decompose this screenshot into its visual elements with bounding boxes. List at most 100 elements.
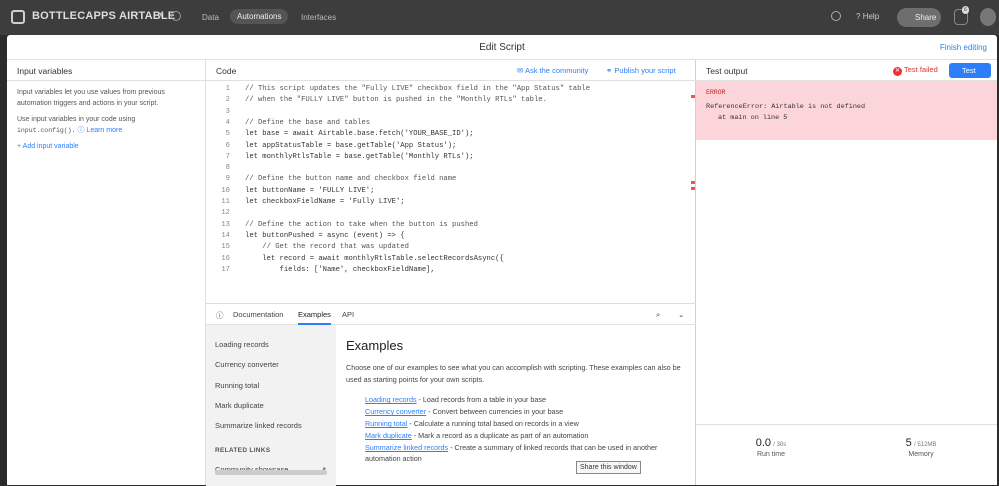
memory-stat: 5 / 512MB Memory <box>846 437 996 458</box>
test-button[interactable]: Test <box>949 63 991 78</box>
nav-data[interactable]: Data <box>202 13 219 22</box>
nav-interfaces[interactable]: Interfaces <box>301 13 336 22</box>
nav-summarize-linked-records[interactable]: Summarize linked records <box>215 421 302 430</box>
code-line[interactable]: 10 let buttonName = 'FULLY LIVE'; <box>206 186 696 197</box>
modal-title: Edit Script <box>479 42 525 53</box>
example-link[interactable]: Currency converter <box>365 407 426 416</box>
code-line[interactable]: 14 let buttonPushed = async (event) => { <box>206 231 696 242</box>
nav-loading-records[interactable]: Loading records <box>215 340 269 349</box>
code-line[interactable]: 12 <box>206 208 696 219</box>
tab-examples[interactable]: Examples <box>298 310 331 325</box>
nav-automations[interactable]: Automations <box>230 9 289 24</box>
example-link[interactable]: Mark duplicate <box>365 431 412 440</box>
share-window-tooltip[interactable]: Share this window <box>576 461 641 474</box>
line-number: 13 <box>221 220 230 229</box>
code-text: let record = await monthlyRtlsTable.sele… <box>245 254 504 263</box>
code-editor[interactable]: 1 // This script updates the "Fully LIVE"… <box>206 81 696 303</box>
learn-more-link[interactable]: ⓘ Learn more <box>77 127 122 134</box>
publish-script-link[interactable]: ⚭ Publish your script <box>606 66 676 75</box>
nav-currency-converter[interactable]: Currency converter <box>215 360 279 369</box>
history-icon[interactable] <box>831 11 841 21</box>
line-number: 6 <box>225 141 230 150</box>
error-location: at main on line 5 <box>718 114 788 122</box>
line-number: 16 <box>221 254 230 263</box>
docs-scrollbar[interactable] <box>215 470 327 475</box>
example-desc: - Convert between currencies in your bas… <box>426 407 564 416</box>
code-line[interactable]: 3 <box>206 107 696 118</box>
example-item: Currency converter - Convert between cur… <box>365 406 685 417</box>
code-pane: Code ✉ Ask the community ⚭ Publish your … <box>206 60 696 486</box>
code-line[interactable]: 6 let appStatusTable = base.getTable('App… <box>206 141 696 152</box>
avatar[interactable] <box>980 8 996 26</box>
example-desc: - Load records from a table in your base <box>416 395 546 404</box>
line-number: 3 <box>225 107 230 116</box>
nav-mark-duplicate[interactable]: Mark duplicate <box>215 401 264 410</box>
examples-description: Choose one of our examples to see what y… <box>346 363 681 384</box>
run-time-value: 0.0 <box>755 437 772 449</box>
example-link[interactable]: Loading records <box>365 395 417 404</box>
finish-editing-button[interactable]: Finish editing <box>940 43 987 52</box>
base-name[interactable]: BOTTLECAPPS AIRTABLE <box>32 10 175 22</box>
run-time-unit: / 30s <box>773 442 787 448</box>
line-number: 15 <box>221 243 230 252</box>
code-text: // This script updates the "Fully LIVE" … <box>245 85 591 93</box>
search-icon[interactable]: ⌕ <box>656 310 660 320</box>
code-line[interactable]: 8 <box>206 163 696 174</box>
base-logo-icon[interactable] <box>11 10 25 24</box>
code-line[interactable]: 2 // when the "FULLY LIVE" button is push… <box>206 95 696 106</box>
code-line[interactable]: 15 // Get the record that was updated <box>206 242 696 253</box>
code-line[interactable]: 4 // Define the base and tables <box>206 118 696 129</box>
example-link[interactable]: Summarize linked records <box>365 443 448 452</box>
line-number: 7 <box>225 152 230 161</box>
code-line[interactable]: 9 // Define the button name and checkbox … <box>206 174 696 185</box>
help-label: Help <box>862 12 880 21</box>
notifications-badge: 6 <box>962 6 969 14</box>
code-line[interactable]: 7 let monthlyRtlsTable = base.getTable('M… <box>206 152 696 163</box>
publish-script-label: Publish your script <box>614 66 676 75</box>
code-line[interactable]: 1 // This script updates the "Fully LIVE"… <box>206 84 696 95</box>
examples-nav: Loading records Currency converter Runni… <box>206 325 336 486</box>
line-number: 8 <box>225 164 230 173</box>
examples-content: Examples Choose one of our examples to s… <box>346 325 696 486</box>
collapse-chevron-icon[interactable]: ⌄ <box>678 310 684 319</box>
docs-info-icon: ⓘ <box>216 311 224 320</box>
input-variables-pane: Input variables Input variables let you … <box>7 60 206 485</box>
line-number: 10 <box>221 186 230 195</box>
code-text: // Define the action to take when the bu… <box>245 220 478 229</box>
ask-community-link[interactable]: ✉ Ask the community <box>517 66 588 75</box>
test-failed-status: ✕ Test failed <box>893 65 938 76</box>
learn-more-label: Learn more <box>86 126 123 134</box>
line-number: 1 <box>225 85 230 93</box>
line-number: 11 <box>221 198 230 206</box>
error-x-icon: ✕ <box>893 67 902 76</box>
input-variables-usage: Use input variables in your code using in… <box>17 115 195 136</box>
help-button[interactable]: ? Help <box>856 12 879 21</box>
base-menu-chevron-icon[interactable]: ▾ <box>159 10 163 19</box>
usage-code: input.config(). <box>17 126 76 134</box>
line-number: 14 <box>221 231 230 240</box>
code-line[interactable]: 5 let base = await Airtable.base.fetch('Y… <box>206 129 696 140</box>
code-text: // Define the base and tables <box>245 118 371 127</box>
related-links-heading: RELATED LINKS <box>215 447 271 454</box>
code-text: let base = await Airtable.base.fetch('YO… <box>245 130 474 139</box>
error-output: ERROR ReferenceError: Airtable is not de… <box>696 81 997 140</box>
input-variables-description: Input variables let you use values from … <box>17 89 165 107</box>
code-line[interactable]: 16 let record = await monthlyRtlsTable.s… <box>206 254 696 265</box>
nav-running-total[interactable]: Running total <box>215 381 259 390</box>
ask-community-label: Ask the community <box>524 66 589 75</box>
tab-api[interactable]: API <box>342 310 354 319</box>
link-icon: ⚭ <box>606 66 613 75</box>
example-link[interactable]: Running total <box>365 419 407 428</box>
code-line[interactable]: 17 fields: ['Name', checkboxFieldName], <box>206 265 696 276</box>
add-input-variable-button[interactable]: + Add input variable <box>17 142 195 153</box>
code-line[interactable]: 11 let checkboxFieldName = 'Fully LIVE'; <box>206 197 696 208</box>
code-text: // Define the button name and checkbox f… <box>245 175 457 184</box>
line-number: 2 <box>225 96 230 105</box>
info-icon[interactable] <box>171 11 181 21</box>
code-text: let checkboxFieldName = 'Fully LIVE'; <box>245 198 405 206</box>
tab-documentation[interactable]: Documentation <box>233 310 283 319</box>
test-button-label: Test <box>962 66 976 75</box>
edit-script-modal: Edit Script Finish editing Input variabl… <box>7 35 997 486</box>
share-button[interactable]: Share <box>897 8 941 27</box>
code-line[interactable]: 13 // Define the action to take when the … <box>206 220 696 231</box>
